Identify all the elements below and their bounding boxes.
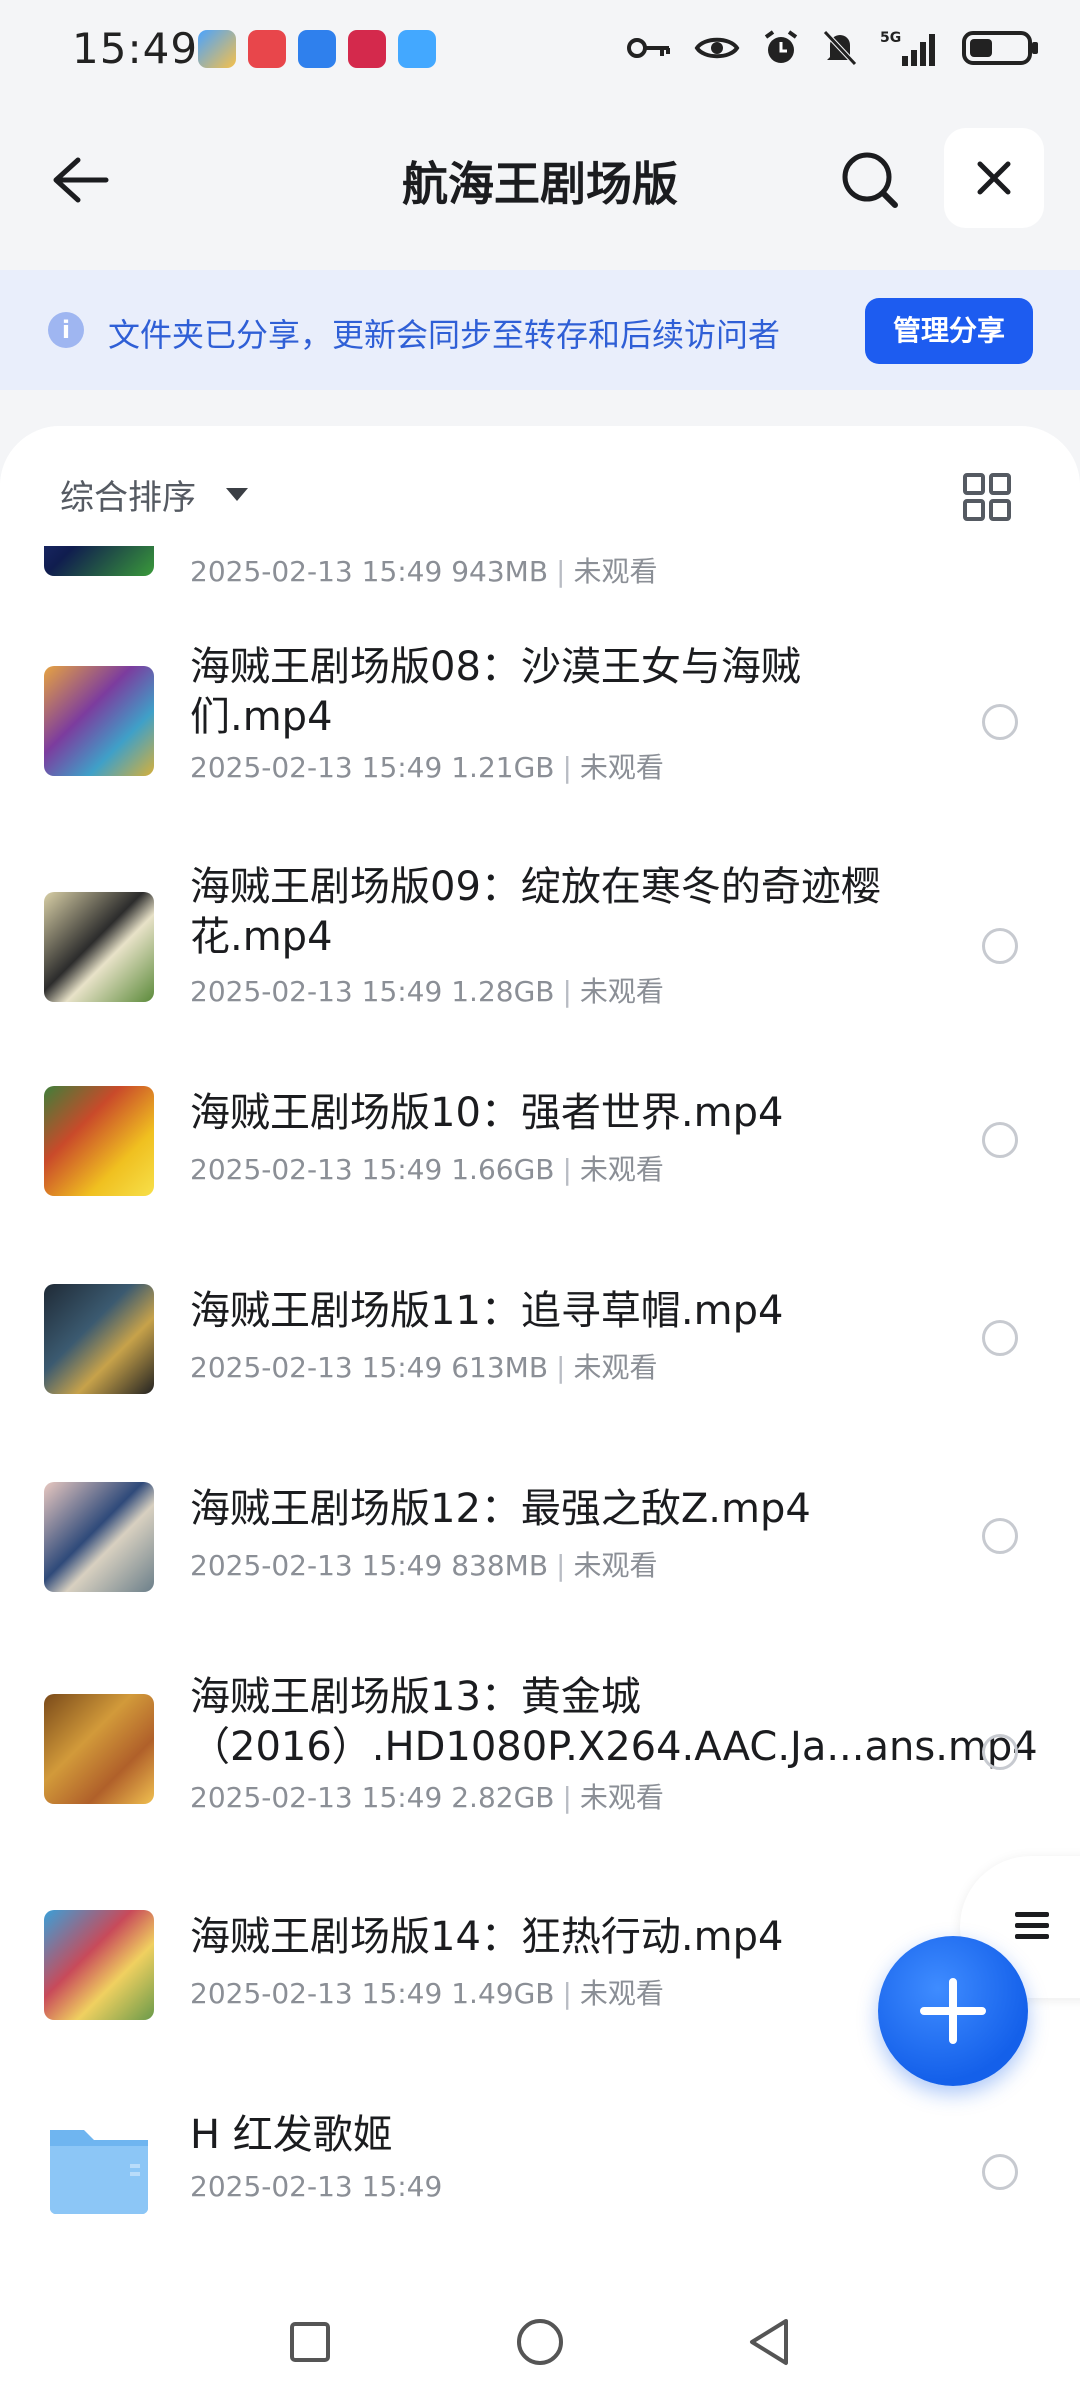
video-thumbnail (44, 1086, 154, 1196)
close-button[interactable] (944, 128, 1044, 228)
video-thumbnail (44, 1482, 154, 1592)
select-radio[interactable] (982, 1518, 1018, 1554)
list-item[interactable]: 2025-02-13 15:49 943MB | 未观看 (0, 546, 1080, 596)
select-radio[interactable] (982, 1320, 1018, 1356)
file-meta: 2025-02-13 15:49 1.66GB | 未观看 (190, 1153, 664, 1186)
video-thumbnail (44, 892, 154, 1002)
search-button[interactable] (830, 140, 910, 220)
sort-bar: 综合排序 (0, 426, 1080, 546)
file-meta: 2025-02-13 15:49 943MB | 未观看 (190, 555, 658, 588)
video-app-icon (348, 30, 386, 68)
book-app-icon (248, 30, 286, 68)
folder-name: H 红发歌姬 (190, 2112, 393, 2158)
list-item[interactable]: H 红发歌姬 2025-02-13 15:49 (0, 2108, 1080, 2268)
cloud-app-icon (298, 30, 336, 68)
menu-icon[interactable] (1014, 1908, 1050, 1944)
mute-icon (823, 30, 857, 66)
status-time: 15:49 (72, 24, 199, 73)
info-icon: i (48, 312, 84, 348)
select-radio[interactable] (982, 2154, 1018, 2190)
video-thumbnail (44, 1694, 154, 1804)
video-thumbnail (44, 666, 154, 776)
file-name: 海贼王剧场版09：绽放在寒冬的奇迹樱花.mp4 (190, 864, 881, 960)
caret-down-icon[interactable] (226, 488, 248, 501)
screen: 15:49 5G 航海王剧场版 i 文件夹已分享，更新会同步至转存和后续访问者 … (0, 0, 1080, 2400)
key-icon (627, 38, 670, 58)
manage-share-button[interactable]: 管理分享 (865, 298, 1033, 364)
list-item[interactable]: 海贼王剧场版13：黄金城（2016）.HD1080P.X264.AAC.Ja..… (0, 1674, 1080, 1858)
file-name: 海贼王剧场版13：黄金城（2016）.HD1080P.X264.AAC.Ja..… (190, 1674, 1038, 1770)
square-icon (290, 2322, 330, 2362)
select-radio[interactable] (982, 704, 1018, 740)
share-banner: i 文件夹已分享，更新会同步至转存和后续访问者 管理分享 (0, 270, 1080, 390)
app-notification-icon (198, 30, 236, 68)
file-name: 海贼王剧场版08：沙漠王女与海贼们.mp4 (190, 644, 801, 740)
circle-icon (517, 2319, 563, 2365)
search-icon (842, 152, 898, 208)
home-button[interactable] (510, 2312, 570, 2372)
status-bar: 15:49 5G (0, 0, 1080, 100)
select-radio[interactable] (982, 1734, 1018, 1770)
grid-view-icon[interactable] (962, 472, 1012, 522)
list-item[interactable]: 海贼王剧场版12：最强之敌Z.mp4 2025-02-13 15:49 838M… (0, 1482, 1080, 1642)
page-title: 航海王剧场版 (402, 157, 678, 211)
share-banner-text: 文件夹已分享，更新会同步至转存和后续访问者 (108, 316, 781, 354)
plus-icon (920, 1978, 986, 2044)
list-item[interactable]: 海贼王剧场版11：追寻草帽.mp4 2025-02-13 15:49 613MB… (0, 1284, 1080, 1444)
list-item[interactable]: 海贼王剧场版09：绽放在寒冬的奇迹樱花.mp4 2025-02-13 15:49… (0, 856, 1080, 1056)
back-nav-button[interactable] (740, 2312, 800, 2372)
file-meta: 2025-02-13 15:49 1.21GB | 未观看 (190, 751, 664, 784)
file-meta: 2025-02-13 15:49 1.49GB | 未观看 (190, 1977, 664, 2010)
eye-icon (694, 37, 740, 59)
recents-button[interactable] (280, 2312, 340, 2372)
video-thumbnail (44, 1284, 154, 1394)
file-name: 海贼王剧场版14：狂热行动.mp4 (190, 1914, 784, 1960)
system-nav-bar (0, 2280, 1080, 2400)
sort-dropdown[interactable]: 综合排序 (60, 470, 196, 519)
file-name: 海贼王剧场版10：强者世界.mp4 (190, 1090, 784, 1136)
file-meta: 2025-02-13 15:49 (190, 2170, 443, 2203)
add-button[interactable] (878, 1936, 1028, 2086)
select-radio[interactable] (982, 1122, 1018, 1158)
file-meta: 2025-02-13 15:49 1.28GB | 未观看 (190, 975, 664, 1008)
file-meta: 2025-02-13 15:49 2.82GB | 未观看 (190, 1781, 664, 1814)
alarm-icon (764, 30, 798, 63)
triangle-back-icon (750, 2319, 788, 2365)
close-icon (977, 161, 1011, 195)
status-indicators: 5G (626, 28, 1040, 68)
folder-icon (50, 2130, 148, 2214)
video-thumbnail (44, 546, 154, 576)
file-list-card: 综合排序 2025-02-13 15:49 943MB | 未观看 海贼王剧场版08… (0, 426, 1080, 2400)
header: 航海王剧场版 (0, 100, 1080, 270)
battery-icon (962, 31, 1038, 65)
file-name: 海贼王剧场版11：追寻草帽.mp4 (190, 1288, 784, 1334)
list-item[interactable]: 海贼王剧场版10：强者世界.mp4 2025-02-13 15:49 1.66G… (0, 1086, 1080, 1246)
weather-app-icon (398, 30, 436, 68)
status-app-icons (198, 30, 436, 68)
file-meta: 2025-02-13 15:49 613MB | 未观看 (190, 1351, 658, 1384)
list-item[interactable]: 海贼王剧场版08：沙漠王女与海贼们.mp4 2025-02-13 15:49 1… (0, 636, 1080, 836)
file-meta: 2025-02-13 15:49 838MB | 未观看 (190, 1549, 658, 1582)
video-thumbnail (44, 1910, 154, 2020)
file-name: 海贼王剧场版12：最强之敌Z.mp4 (190, 1486, 811, 1532)
svg-text:5G: 5G (880, 30, 901, 46)
select-radio[interactable] (982, 928, 1018, 964)
signal-icon: 5G (880, 30, 935, 66)
